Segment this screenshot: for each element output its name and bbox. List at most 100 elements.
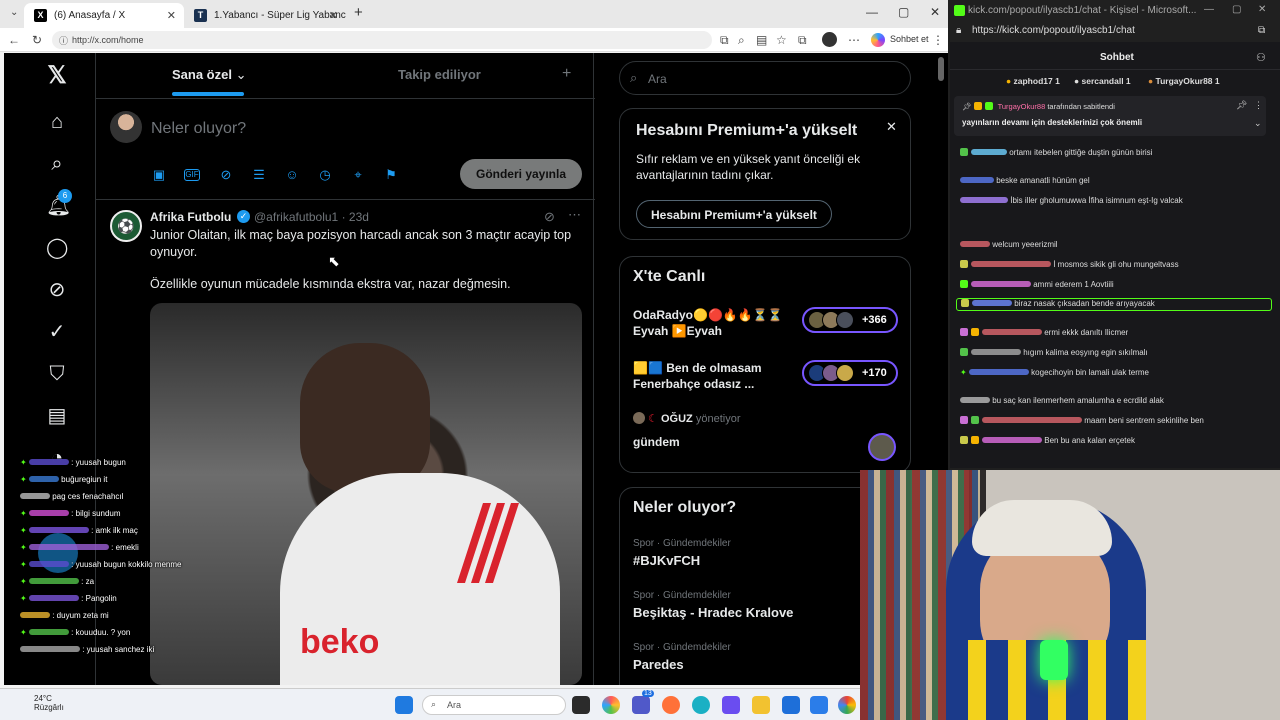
pinned-more-icon[interactable]: ⋮ (1254, 100, 1263, 111)
weather-temp: 24°C (34, 694, 52, 703)
search-box[interactable]: ⌕ Ara (619, 61, 911, 95)
trend-item[interactable]: Spor · Gündemdekiler Beşiktaş - Hradec K… (633, 590, 793, 620)
weather-widget[interactable]: 24°C Rüzgârlı (34, 694, 64, 712)
edge-icon[interactable] (692, 696, 710, 714)
favorite-star-icon[interactable]: ☆ (776, 33, 787, 47)
gif-icon[interactable]: GIF (184, 169, 200, 181)
kick-chat-window: kick.com/popout/ilyascb1/chat - Kişisel … (950, 0, 1280, 468)
windows-start-icon[interactable] (395, 696, 413, 714)
user-avatar[interactable] (110, 111, 142, 143)
media-icon[interactable]: ▣ (151, 167, 167, 183)
app-available-icon[interactable]: ⧉ (720, 33, 729, 48)
collections-icon[interactable]: ⧉ (798, 33, 807, 48)
bookmarks-icon[interactable]: ⛉ (46, 363, 68, 385)
new-tab-icon[interactable]: + (354, 4, 363, 21)
edge-browser-window: ⌄ X (6) Anasayfa / X ✕ T 1.Yabancı - Süp… (0, 0, 948, 688)
close-icon[interactable]: ✕ (886, 119, 897, 135)
copilot-taskbar-icon[interactable] (602, 696, 620, 714)
site-info-icon[interactable]: ⓘ (59, 34, 68, 47)
file-explorer-icon[interactable] (752, 696, 770, 714)
maximize-icon[interactable]: ▢ (1232, 4, 1241, 15)
post-button[interactable]: Gönderi yayınla (460, 159, 582, 189)
minimize-icon[interactable]: — (866, 5, 878, 19)
flag-icon[interactable]: ⚑ (383, 167, 399, 183)
host-line[interactable]: ☾ OĞUZ yönetiyor (633, 412, 740, 425)
host-avatar (633, 412, 645, 424)
live-on-x-card: X'te Canlı OdaRadyo🟡🔴🔥🔥⏳⏳Eyvah ▶️Eyvah +… (619, 256, 911, 473)
address-bar[interactable]: ⓘ http://x.com/home (52, 31, 712, 49)
firefox-icon[interactable] (662, 696, 680, 714)
pin-icon[interactable]: 📌︎ (1236, 100, 1247, 111)
back-icon[interactable]: ← (8, 33, 20, 47)
close-tab-icon[interactable]: ✕ (329, 9, 338, 22)
tab-x-home[interactable]: X (6) Anasayfa / X ✕ (24, 3, 184, 28)
gifter[interactable]: ● zaphod17 1 (1006, 76, 1060, 86)
tweet-handle[interactable]: @afrikafutbolu1 · 23d (254, 210, 369, 224)
users-icon[interactable]: ⚇ (1256, 51, 1266, 64)
add-list-icon[interactable]: + (562, 65, 571, 83)
tab-following[interactable]: Takip ediliyor (398, 67, 481, 82)
task-view-icon[interactable] (572, 696, 590, 714)
zoom-icon[interactable]: ⌕ (738, 33, 745, 48)
minimize-icon[interactable]: — (1204, 4, 1214, 15)
grok-compose-icon[interactable]: ⊘ (218, 167, 234, 183)
chrome-icon[interactable] (838, 696, 856, 714)
x-logo-icon[interactable]: 𝕏 (46, 64, 68, 88)
gifter[interactable]: ● TurgayOkur88 1 (1148, 76, 1220, 86)
refresh-icon[interactable]: ↻ (32, 33, 42, 47)
compose-input[interactable]: Neler oluyor? (151, 120, 246, 138)
notifications-bell-icon[interactable]: 🔔︎ 6 (46, 189, 72, 217)
chevron-down-icon[interactable]: ⌄ (1254, 118, 1262, 129)
kick-address-bar[interactable]: 🔒︎ https://kick.com/popout/ilyascb1/chat… (950, 22, 1280, 42)
close-window-icon[interactable]: ✕ (1258, 4, 1266, 15)
tweet-image[interactable]: beko (150, 303, 582, 685)
tweet-author-name[interactable]: Afrika Futbolu (150, 210, 231, 224)
lists-icon[interactable]: ▤ (46, 405, 68, 427)
maximize-icon[interactable]: ▢ (898, 5, 909, 19)
live-space-2-listeners[interactable]: +170 (802, 360, 898, 386)
teams-icon[interactable]: 13 (632, 690, 654, 714)
live-space-1-title[interactable]: OdaRadyo🟡🔴🔥🔥⏳⏳Eyvah ▶️Eyvah (633, 307, 793, 339)
copilot-chat-label[interactable]: Sohbet et (890, 34, 929, 44)
close-tab-icon[interactable]: ✕ (167, 9, 176, 22)
host-space-avatar[interactable] (868, 433, 896, 461)
more-menu-icon[interactable]: ⋯ (848, 33, 860, 47)
grok-explain-icon[interactable]: ⊘ (544, 209, 555, 225)
messages-icon[interactable]: ◯ (46, 237, 68, 259)
scrollbar[interactable] (938, 57, 944, 81)
copilot-icon[interactable] (871, 33, 885, 47)
grok-icon[interactable]: ⊘ (46, 279, 68, 301)
poll-icon[interactable]: ☰ (251, 167, 267, 183)
profile-avatar[interactable] (822, 32, 837, 47)
location-icon[interactable]: ⌖ (350, 167, 366, 183)
trend-item[interactable]: Spor · Gündemdekiler Paredes (633, 642, 731, 672)
trend-name: Paredes (633, 657, 684, 672)
tab-transfermarkt[interactable]: T 1.Yabancı - Süper Lig Yabancı Kur... ✕ (184, 3, 346, 28)
verified-orgs-icon[interactable]: ✓ (46, 321, 68, 343)
reader-icon[interactable]: ▤ (756, 33, 767, 47)
emoji-icon[interactable]: ☺ (284, 167, 300, 183)
home-icon[interactable]: ⌂ (46, 111, 68, 133)
trend-item[interactable]: Spor · Gündemdekiler #BJKvFCH (633, 538, 731, 568)
chat-message: beske amanatli hünüm gel (960, 176, 1090, 186)
sidebar-more-icon[interactable]: ⋮ (932, 33, 944, 47)
tweet-author-avatar[interactable]: ⚽ (110, 210, 142, 242)
app-icon[interactable] (722, 696, 740, 714)
live-space-1-listeners[interactable]: +366 (802, 307, 898, 333)
close-window-icon[interactable]: ✕ (930, 5, 940, 19)
collections-icon[interactable]: ⧉ (1258, 25, 1265, 36)
tab-actions-icon[interactable]: ⌄ (10, 7, 18, 18)
live-space-2-title[interactable]: 🟨🟦 Ben de olmasam Fenerbahçe odasız ... (633, 360, 793, 392)
outlook-icon[interactable] (810, 696, 828, 714)
premium-upgrade-button[interactable]: Hesabını Premium+'a yükselt (636, 200, 832, 228)
tweet-more-icon[interactable]: ⋯ (568, 207, 581, 223)
schedule-icon[interactable]: ◷ (317, 167, 333, 183)
search-icon[interactable]: ⌕ (46, 153, 68, 175)
store-icon[interactable] (782, 696, 800, 714)
taskbar-search[interactable]: ⌕ Ara (422, 695, 566, 715)
chat-message: hıgım kalima eoşyıng egin sıkılmalı (960, 348, 1148, 358)
gifter[interactable]: ● sercandall 1 (1074, 76, 1131, 86)
pinned-text: yayınların devamı için desteklerinizi ço… (962, 118, 1143, 127)
trend-context: Spor · Gündemdekiler (633, 642, 731, 653)
tab-for-you[interactable]: Sana özel ⌄ (172, 67, 247, 83)
